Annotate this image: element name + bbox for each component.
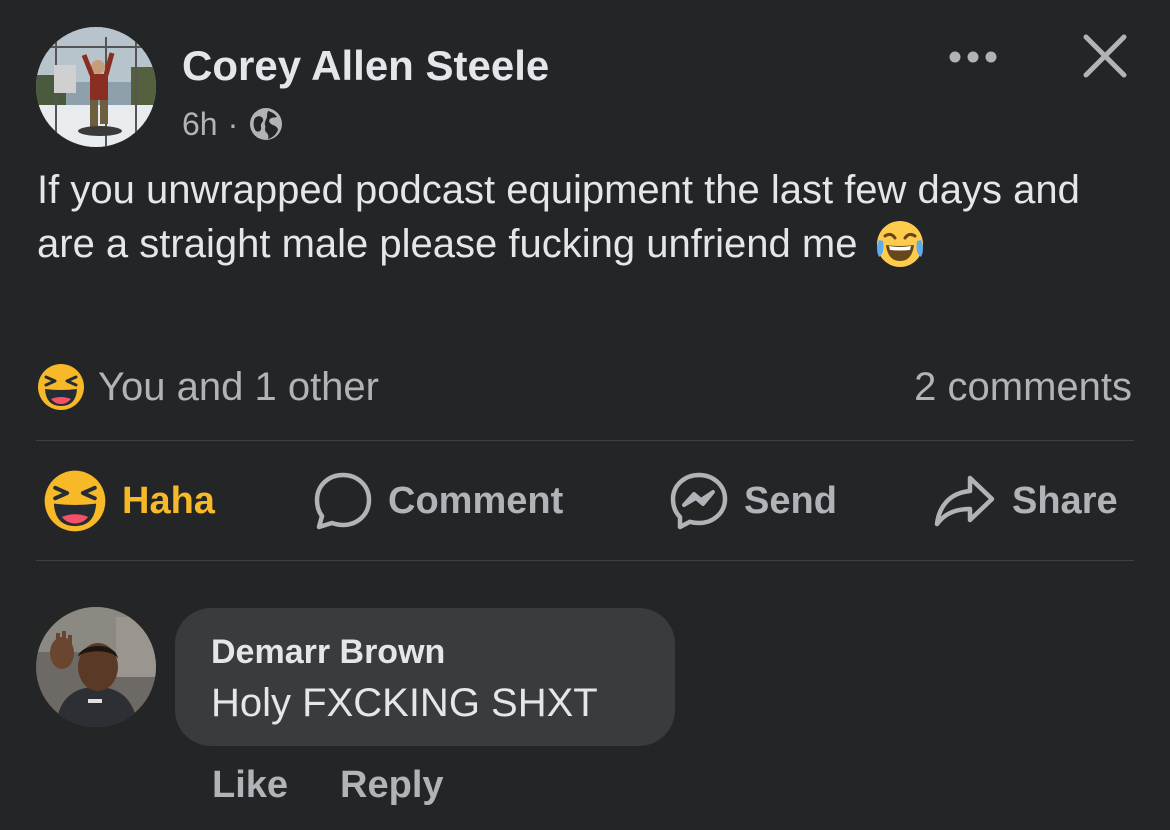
face-with-tears-of-joy-emoji <box>873 217 927 271</box>
messenger-icon <box>670 472 728 530</box>
share-button[interactable]: Share <box>932 468 1118 534</box>
divider <box>36 560 1134 561</box>
meta-separator: · <box>227 105 239 142</box>
comment-label: Comment <box>388 479 564 522</box>
send-label: Send <box>744 479 837 522</box>
comment-text: Holy FXCKING SHXT <box>211 681 598 725</box>
commenter-avatar[interactable] <box>36 607 156 727</box>
reaction-summary-text[interactable]: You and 1 other <box>98 365 379 410</box>
comment-reply-button[interactable]: Reply <box>340 764 443 807</box>
send-button[interactable]: Send <box>668 468 837 534</box>
haha-reaction-icon <box>38 364 84 410</box>
comment-button[interactable]: Comment <box>312 468 563 534</box>
author-name[interactable]: Corey Allen Steele <box>182 42 549 90</box>
more-options-button[interactable] <box>938 30 1008 84</box>
comments-count[interactable]: 2 comments <box>914 360 1132 414</box>
comment-bubble: Demarr Brown Holy FXCKING SHXT <box>175 608 675 746</box>
haha-label: Haha <box>122 479 215 522</box>
author-avatar[interactable] <box>36 27 156 147</box>
reactions-summary[interactable]: You and 1 other <box>36 360 379 414</box>
author-avatar-image <box>36 27 156 147</box>
post-card: Corey Allen Steele 6h · If you unwrapped… <box>0 0 1170 830</box>
more-horizontal-icon <box>949 51 997 63</box>
haha-button[interactable]: Haha <box>42 468 215 534</box>
share-label: Share <box>1012 479 1118 522</box>
comment-actions: Like Reply <box>212 760 444 810</box>
comment-like-button[interactable]: Like <box>212 764 288 807</box>
post-meta: 6h · <box>182 104 284 144</box>
comment-author[interactable]: Demarr Brown <box>211 632 639 672</box>
haha-reaction-icon <box>44 470 106 532</box>
close-button[interactable] <box>1070 24 1140 88</box>
post-text: If you unwrapped podcast equipment the l… <box>37 163 1137 271</box>
close-icon <box>1083 34 1127 78</box>
share-icon <box>934 475 995 527</box>
divider <box>36 440 1134 441</box>
comment-icon <box>314 472 372 530</box>
commenter-avatar-image <box>36 607 156 727</box>
globe-icon[interactable] <box>248 106 284 142</box>
post-time[interactable]: 6h <box>182 106 218 143</box>
